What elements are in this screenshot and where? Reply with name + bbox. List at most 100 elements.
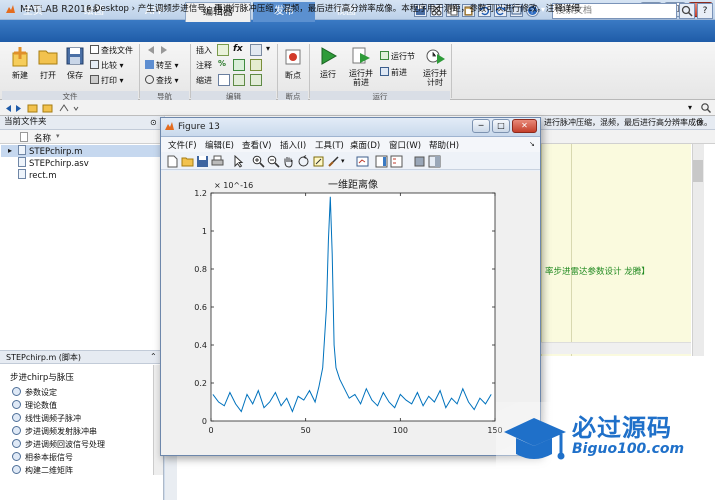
find-button[interactable]: 查找 ▾ — [145, 75, 179, 86]
section-item[interactable]: 步进调频回波信号处理 — [12, 439, 105, 451]
insert-section-icon[interactable] — [217, 44, 229, 56]
menu-file[interactable]: 文件(F) — [168, 139, 197, 151]
section-icon — [12, 413, 21, 422]
insert-dropdown-icon[interactable]: ▾ — [266, 44, 270, 53]
menu-edit[interactable]: 编辑(E) — [205, 139, 234, 151]
nav-group-label: 导航 — [140, 91, 189, 101]
wrap-comments-icon[interactable] — [250, 59, 262, 71]
file-stepchirp-m[interactable]: STEPchirp.m — [18, 145, 82, 157]
line-chart[interactable]: 00.20.40.60.811.2 0 50 100 150 一维距离像 × 10^-… — [161, 171, 540, 455]
current-folder-title: 当前文件夹 — [0, 116, 164, 130]
run-section-button[interactable]: 运行节 — [380, 51, 415, 62]
expand-icon[interactable]: ▸ — [8, 146, 12, 155]
comment-button[interactable]: 注释 — [196, 60, 212, 71]
search-path-icon[interactable] — [700, 102, 712, 114]
section-label: 步进调频回波信号处理 — [25, 440, 105, 449]
editor-menu-icon[interactable]: ⊙ — [696, 118, 703, 127]
editor-scroll-thumb[interactable] — [693, 160, 703, 182]
command-window-gutter — [165, 455, 177, 500]
code-comment-line: 率步进雷达参数设计 龙腾】 — [545, 267, 650, 277]
uncomment-icon[interactable] — [233, 59, 245, 71]
details-collapse-icon[interactable]: ⌃ — [150, 352, 157, 361]
figure-maximize-button[interactable]: □ — [492, 119, 510, 133]
link-plot-icon[interactable] — [356, 155, 369, 168]
section-item[interactable]: 步进调频发射脉冲串 — [12, 426, 97, 438]
run-section-icon — [380, 51, 389, 60]
print-button[interactable]: 打印 ▾ — [90, 75, 124, 86]
comment-percent-icon[interactable]: % — [218, 59, 226, 68]
run-and-advance-button[interactable]: 运行并 前进 — [346, 45, 376, 87]
menu-window[interactable]: 窗口(W) — [389, 139, 421, 151]
section-icon — [12, 439, 21, 448]
run-time-icon — [426, 49, 445, 64]
nav-back-forward-icon[interactable] — [145, 45, 185, 55]
menu-desktop[interactable]: 桌面(D) — [350, 139, 380, 151]
decrease-indent-icon[interactable] — [250, 74, 262, 86]
open-file-icon[interactable] — [181, 155, 194, 168]
section-item[interactable]: 构建二维矩阵 — [12, 465, 73, 477]
data-cursor-icon[interactable] — [312, 155, 325, 168]
brush-icon[interactable] — [327, 155, 340, 168]
axes-box[interactable] — [210, 192, 496, 422]
breakpoints-button[interactable]: 断点 — [280, 47, 306, 81]
run-button[interactable]: 运行 — [314, 45, 342, 80]
editor-hscrollbar[interactable] — [541, 342, 691, 354]
section-item[interactable]: 线性调频子脉冲 — [12, 413, 81, 425]
insert-colorbar-icon[interactable] — [375, 155, 388, 168]
section-item[interactable]: 理论数值 — [12, 400, 57, 412]
path-dropdown-icon[interactable]: ▾ — [688, 103, 692, 112]
find-files-button[interactable]: 查找文件 — [90, 45, 133, 56]
menu-tools[interactable]: 工具(T) — [315, 139, 344, 151]
figure-close-button[interactable]: ✕ — [512, 119, 537, 133]
advance-button[interactable]: 前进 — [380, 67, 407, 78]
section-item[interactable]: 参数设定 — [12, 387, 57, 399]
insert-template-icon[interactable] — [250, 44, 262, 56]
rotate-3d-icon[interactable] — [297, 155, 310, 168]
file-stepchirp-asv[interactable]: STEPchirp.asv — [18, 157, 89, 169]
menu-insert[interactable]: 插入(I) — [280, 139, 306, 151]
menu-help[interactable]: 帮助(H) — [429, 139, 459, 151]
print-figure-icon[interactable] — [211, 155, 224, 168]
y-axis-exponent-label: × 10^-16 — [214, 181, 253, 190]
save-figure-icon[interactable] — [196, 155, 209, 168]
insert-legend-icon[interactable] — [390, 155, 403, 168]
current-path[interactable]: « Desktop › 产生调频步进信号，再进行脉冲压缩，混频，最后进行高分辨率… — [86, 2, 580, 14]
open-button[interactable]: 打开 — [36, 45, 60, 81]
save-button[interactable]: 保存 — [63, 45, 87, 81]
address-bar — [0, 100, 715, 116]
details-panel-header[interactable]: STEPchirp.m (脚本) — [0, 350, 164, 364]
new-button[interactable]: 新建 — [8, 45, 32, 81]
panel-menu-icon[interactable]: ⊙ — [150, 118, 157, 127]
zoom-out-icon[interactable] — [267, 155, 280, 168]
increase-indent-icon[interactable] — [233, 74, 245, 86]
search-icon[interactable] — [679, 3, 695, 19]
indent-button[interactable]: 缩进 — [196, 75, 212, 86]
goto-icon — [145, 60, 154, 69]
goto-button[interactable]: 转至 ▾ — [145, 60, 179, 71]
ribbon-divider — [277, 44, 278, 98]
menu-view[interactable]: 查看(V) — [242, 139, 271, 151]
show-plot-tools-icon[interactable] — [428, 155, 441, 168]
insert-function-icon[interactable]: fx — [233, 44, 243, 54]
nav-arrows-icon[interactable] — [4, 103, 80, 114]
code-area[interactable] — [541, 144, 691, 356]
pan-hand-icon[interactable] — [282, 155, 295, 168]
brush-dropdown-icon[interactable]: ▾ — [341, 157, 345, 165]
smart-indent-icon[interactable] — [218, 74, 230, 86]
new-figure-icon[interactable] — [166, 155, 179, 168]
figure-minimize-button[interactable]: ─ — [472, 119, 490, 133]
run-and-time-button[interactable]: 运行并 计时 — [420, 45, 450, 87]
edit-plot-arrow-icon[interactable] — [232, 155, 245, 168]
breakpoint-group-label: 断点 — [278, 91, 308, 101]
zoom-in-icon[interactable] — [252, 155, 265, 168]
tab-home[interactable]: 主页 — [5, 2, 61, 22]
file-rect-m[interactable]: rect.m — [18, 169, 57, 181]
name-column-header[interactable]: 名称 — [34, 132, 51, 144]
compare-button[interactable]: 比较 ▾ — [90, 60, 124, 71]
menubar-arrow-icon[interactable]: ↘ — [529, 140, 535, 148]
section-item[interactable]: 相参本振信号 — [12, 452, 73, 464]
hide-plot-tools-icon[interactable] — [413, 155, 426, 168]
file-name: STEPchirp.asv — [29, 159, 89, 169]
help-dropdown-button[interactable]: ? — [697, 3, 713, 19]
insert-button[interactable]: 插入 — [196, 45, 212, 56]
